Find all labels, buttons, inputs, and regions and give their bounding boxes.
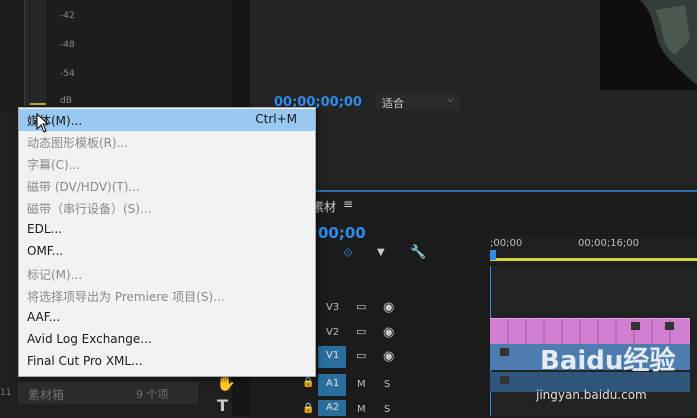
menu-item-fcp-xml[interactable]: Final Cut Pro XML... — [19, 351, 315, 373]
menu-item-label: 磁带 (DV/HDV)(T)... — [27, 180, 140, 194]
lock-icon[interactable]: 🔒 — [302, 377, 314, 388]
menu-item-label: Avid Log Exchange... — [27, 332, 152, 346]
fit-dropdown[interactable]: 适合 ⌵ — [376, 94, 460, 110]
audio-meter-panel: -42 -48 -54 dB — [0, 0, 232, 110]
ruler-label: 00;00;16;00 — [578, 238, 640, 249]
menu-item-aaf[interactable]: AAF... — [19, 307, 315, 329]
menu-item-label: 磁带（串行设备）(S)... — [27, 202, 152, 216]
eye-icon[interactable]: ◉ — [383, 325, 394, 340]
eye-icon[interactable]: ◉ — [383, 349, 394, 364]
sync-lock-icon[interactable]: ▭ — [356, 349, 366, 362]
cursor-icon — [36, 113, 50, 133]
menu-item-edl[interactable]: EDL... — [19, 219, 315, 241]
menu-item-omf[interactable]: OMF... — [19, 241, 315, 263]
db-label: -42 — [60, 11, 75, 21]
track-label-v1: V1 — [326, 350, 340, 361]
menu-item-export-premiere[interactable]: 将选择项导出为 Premiere 项目(S)... — [19, 285, 315, 307]
video-preview — [600, 0, 697, 90]
marker-icon[interactable]: ▼ — [377, 247, 385, 258]
bin-name: 素材箱 — [28, 388, 65, 402]
bin-item[interactable]: 素材箱 9 个项 — [18, 382, 198, 404]
menu-item-tape-serial[interactable]: 磁带（串行设备）(S)... — [19, 197, 315, 219]
panel-number: 11 — [0, 388, 12, 398]
menu-item-avid-log[interactable]: Avid Log Exchange... — [19, 329, 315, 351]
meter-level — [30, 103, 46, 105]
ruler-label: ;00;00 — [490, 238, 523, 249]
video-frame — [640, 0, 697, 85]
solo-button[interactable]: S — [384, 404, 390, 415]
db-label: -48 — [60, 40, 75, 50]
track-target-a1[interactable]: A1 — [318, 374, 346, 396]
sync-lock-icon[interactable]: ▭ — [356, 325, 366, 338]
track-label-a2: A2 — [326, 402, 340, 413]
mute-button[interactable]: M — [357, 404, 366, 415]
menu-item-label: Final Cut Pro XML... — [27, 354, 143, 368]
type-tool-icon[interactable]: T — [217, 396, 228, 415]
watermark-url: jingyan.baidu.com — [536, 388, 647, 402]
track-label-a1: A1 — [326, 378, 340, 389]
track-label-v3[interactable]: V3 — [326, 302, 339, 313]
menu-item-shortcut: Ctrl+M — [255, 112, 297, 126]
mute-button[interactable]: M — [357, 379, 366, 390]
track-target-a2[interactable]: A2 — [318, 400, 346, 416]
chevron-down-icon: ⌵ — [447, 95, 454, 105]
playhead[interactable] — [490, 250, 496, 260]
import-submenu: 媒体(M)... Ctrl+M 动态图形模板(R)... 字幕(C)... 磁带… — [18, 107, 316, 377]
menu-item-label: 标记(M)... — [27, 268, 83, 282]
track-label-v2[interactable]: V2 — [326, 327, 339, 338]
menu-item-label: 字幕(C)... — [27, 158, 81, 172]
lock-icon[interactable]: 🔒 — [302, 403, 314, 414]
snap-icon[interactable]: ⟐ — [343, 246, 353, 261]
track-target-v1[interactable]: V1 — [318, 346, 346, 368]
menu-item-markers[interactable]: 标记(M)... — [19, 263, 315, 285]
work-area-bar[interactable] — [490, 258, 697, 261]
menu-item-label: OMF... — [27, 244, 64, 258]
bin-count: 9 个项 — [136, 388, 169, 401]
menu-item-motion-template[interactable]: 动态图形模板(R)... — [19, 131, 315, 153]
time-ruler[interactable]: ;00;00 00;00;16;00 — [490, 236, 697, 264]
menu-item-label: EDL... — [27, 222, 62, 236]
meter-bar-right — [30, 0, 46, 106]
solo-button[interactable]: S — [384, 379, 390, 390]
eye-icon[interactable]: ◉ — [383, 300, 394, 315]
meter-bar-left — [24, 0, 29, 106]
menu-item-captions[interactable]: 字幕(C)... — [19, 153, 315, 175]
baidu-watermark: Baidu经验 — [540, 346, 676, 376]
db-label: -54 — [60, 69, 75, 79]
fit-value: 适合 — [382, 97, 404, 110]
menu-item-media[interactable]: 媒体(M)... Ctrl+M — [19, 109, 315, 131]
wrench-icon[interactable]: 🔧 — [410, 245, 426, 260]
menu-item-label: AAF... — [27, 310, 61, 324]
tab-menu-icon[interactable]: ≡ — [343, 197, 353, 211]
menu-item-label: 将选择项导出为 Premiere 项目(S)... — [27, 290, 225, 304]
menu-item-label: 动态图形模板(R)... — [27, 136, 129, 150]
sync-lock-icon[interactable]: ▭ — [356, 300, 366, 313]
menu-item-tape-dv[interactable]: 磁带 (DV/HDV)(T)... — [19, 175, 315, 197]
timeline-timecode[interactable]: ;00;00 — [312, 224, 366, 242]
db-label: dB — [60, 96, 72, 106]
